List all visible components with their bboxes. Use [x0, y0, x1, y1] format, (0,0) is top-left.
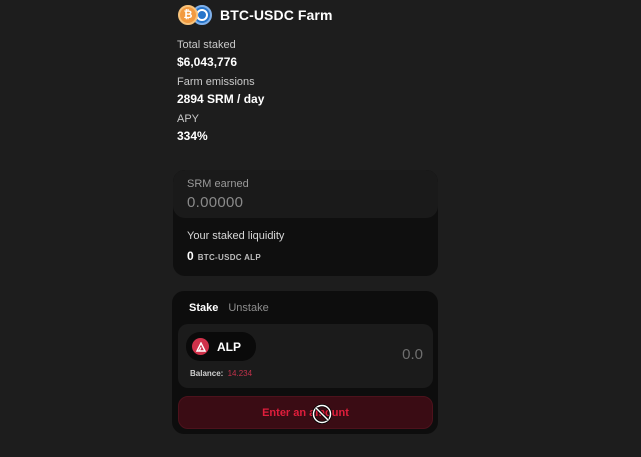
farm-emissions-label: Farm emissions — [177, 76, 255, 88]
srm-earned-label: SRM earned — [187, 178, 249, 190]
stake-card: Stake Unstake ALP Balance: 14.234 Enter … — [172, 291, 438, 434]
enter-amount-button[interactable]: Enter an amount — [178, 396, 433, 429]
farm-page: ₿ BTC-USDC Farm Total staked $6,043,776 … — [0, 0, 641, 457]
srm-earned-panel: SRM earned 0.00000 — [173, 170, 438, 218]
apy-stat: APY 334% — [177, 113, 208, 143]
balance-row: Balance: 14.234 — [190, 369, 252, 378]
stake-tabs: Stake Unstake — [189, 302, 269, 314]
staked-liquidity-label: Your staked liquidity — [187, 230, 285, 242]
stake-input-panel: ALP Balance: 14.234 — [178, 324, 433, 388]
total-staked-label: Total staked — [177, 39, 236, 51]
apy-label: APY — [177, 113, 200, 125]
token-selector[interactable]: ALP — [186, 332, 256, 361]
balance-label: Balance: — [190, 369, 224, 378]
farm-title: BTC-USDC Farm — [220, 7, 333, 23]
staked-liquidity-row: 0 BTC-USDC ALP — [187, 249, 261, 263]
earnings-card: SRM earned 0.00000 Your staked liquidity… — [173, 170, 438, 276]
staked-liquidity-unit: BTC-USDC ALP — [197, 253, 261, 262]
total-staked-stat: Total staked $6,043,776 — [177, 39, 237, 69]
not-allowed-cursor-icon — [312, 404, 332, 424]
total-staked-value: $6,043,776 — [177, 55, 238, 69]
farm-header: ₿ BTC-USDC Farm — [178, 5, 333, 25]
apy-value: 334% — [177, 129, 208, 143]
stake-amount-input[interactable] — [343, 346, 423, 363]
farm-emissions-stat: Farm emissions 2894 SRM / day — [177, 76, 264, 106]
alp-token-icon — [192, 338, 209, 355]
tab-stake[interactable]: Stake — [189, 302, 218, 314]
btc-icon: ₿ — [178, 5, 198, 25]
alp-logo-icon — [195, 341, 206, 352]
balance-value[interactable]: 14.234 — [228, 369, 252, 378]
tab-unstake[interactable]: Unstake — [228, 302, 268, 314]
farm-emissions-value: 2894 SRM / day — [177, 92, 265, 106]
srm-earned-value: 0.00000 — [187, 194, 244, 211]
staked-liquidity-amount: 0 — [187, 249, 194, 263]
token-pair: ₿ — [178, 5, 216, 25]
token-label: ALP — [217, 339, 241, 354]
